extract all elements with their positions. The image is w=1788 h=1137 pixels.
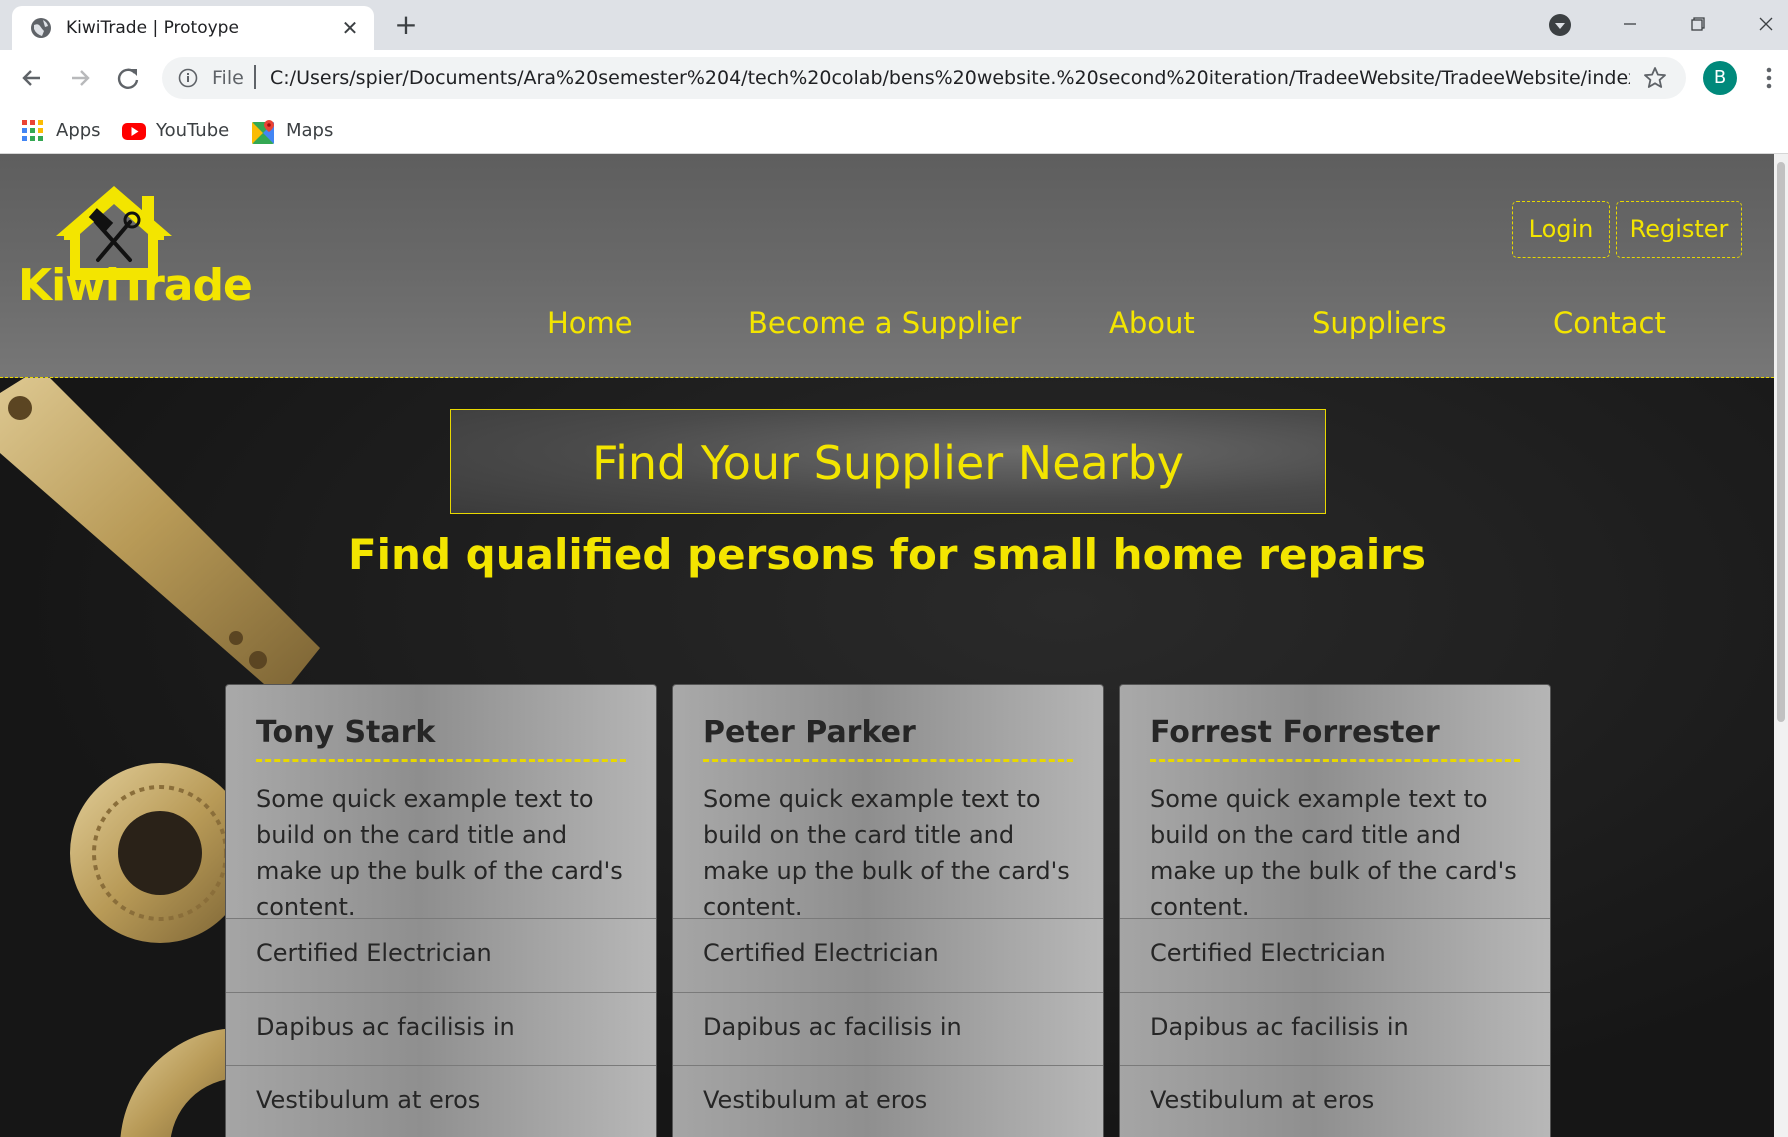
list-item-label: Certified Electrician (256, 939, 492, 967)
nav-become-supplier[interactable]: Become a Supplier (748, 306, 1021, 340)
scrollbar-thumb[interactable] (1777, 162, 1785, 722)
supplier-card[interactable]: Tony Stark Some quick example text to bu… (225, 684, 657, 1137)
card-title: Peter Parker (703, 715, 916, 750)
bookmarks-bar: Apps YouTube Maps (0, 106, 1788, 154)
bookmark-star-icon[interactable] (1642, 65, 1668, 91)
more-menu-icon[interactable] (1756, 64, 1782, 92)
tab-title: KiwiTrade | Protoype (66, 18, 239, 38)
supplier-card[interactable]: Forrest Forrester Some quick example tex… (1119, 684, 1551, 1137)
minimize-icon[interactable] (1612, 6, 1648, 42)
nav-suppliers[interactable]: Suppliers (1312, 306, 1447, 340)
reload-icon[interactable] (110, 60, 146, 96)
card-text: Some quick example text to build on the … (703, 785, 1070, 921)
list-item-label: Certified Electrician (703, 939, 939, 967)
card-divider (1150, 759, 1520, 762)
nav-home[interactable]: Home (547, 306, 633, 340)
list-item: Dapibus ac facilisis in (1120, 992, 1550, 1066)
card-title: Forrest Forrester (1150, 715, 1440, 750)
bookmark-maps[interactable]: Maps (252, 114, 342, 146)
close-window-icon[interactable] (1748, 6, 1784, 42)
hero-subtitle: Find qualified persons for small home re… (347, 530, 1427, 579)
bookmark-apps[interactable]: Apps (22, 114, 102, 146)
info-icon[interactable] (178, 68, 198, 88)
list-item-label: Vestibulum at eros (256, 1086, 481, 1114)
back-arrow-icon[interactable] (14, 60, 50, 96)
browser-tab-strip: KiwiTrade | Protoype ✕ + (0, 0, 1788, 50)
browser-toolbar: File C:/Users/spier/Documents/Ara%20seme… (0, 50, 1788, 106)
globe-icon (31, 18, 51, 38)
register-button[interactable]: Register (1616, 201, 1742, 258)
card-divider (703, 759, 1073, 762)
list-item: Certified Electrician (1120, 918, 1550, 992)
tab-search-icon[interactable] (1548, 13, 1572, 37)
url-text[interactable]: C:/Users/spier/Documents/Ara%20semester%… (270, 67, 1630, 89)
close-tab-icon[interactable]: ✕ (336, 14, 364, 42)
card-title: Tony Stark (256, 715, 436, 750)
list-item: Vestibulum at eros (226, 1065, 656, 1137)
nav-contact[interactable]: Contact (1553, 306, 1666, 340)
restore-window-icon[interactable] (1680, 6, 1716, 42)
page-viewport: KiwiTrade Login Register Home Become a S… (0, 154, 1774, 1137)
brand-wordmark[interactable]: KiwiTrade (18, 260, 253, 311)
bookmark-label: Maps (286, 120, 334, 141)
bookmark-label: YouTube (156, 120, 230, 141)
card-text: Some quick example text to build on the … (256, 785, 623, 921)
profile-avatar[interactable]: B (1703, 61, 1737, 95)
list-item: Dapibus ac facilisis in (673, 992, 1103, 1066)
hero-title: Find Your Supplier Nearby (591, 436, 1185, 490)
list-item-label: Dapibus ac facilisis in (256, 1013, 515, 1041)
list-item: Dapibus ac facilisis in (226, 992, 656, 1066)
list-item-label: Vestibulum at eros (1150, 1086, 1375, 1114)
list-item-label: Vestibulum at eros (703, 1086, 928, 1114)
nav-about[interactable]: About (1109, 306, 1195, 340)
card-divider (256, 759, 626, 762)
list-item: Vestibulum at eros (1120, 1065, 1550, 1137)
new-tab-button[interactable]: + (390, 10, 422, 42)
list-item-label: Dapibus ac facilisis in (1150, 1013, 1409, 1041)
list-item-label: Certified Electrician (1150, 939, 1386, 967)
address-bar[interactable]: File C:/Users/spier/Documents/Ara%20seme… (162, 57, 1686, 99)
list-item-label: Dapibus ac facilisis in (703, 1013, 962, 1041)
bookmark-label: Apps (56, 120, 101, 141)
address-divider (254, 65, 256, 89)
browser-tab[interactable]: KiwiTrade | Protoype ✕ (12, 6, 374, 50)
forward-arrow-icon[interactable] (62, 60, 98, 96)
site-header: KiwiTrade Login Register Home Become a S… (0, 154, 1774, 378)
list-item: Vestibulum at eros (673, 1065, 1103, 1137)
hero-banner: Find Your Supplier Nearby (450, 409, 1326, 514)
card-text: Some quick example text to build on the … (1150, 785, 1517, 921)
login-button[interactable]: Login (1512, 201, 1610, 258)
page-scrollbar[interactable] (1774, 154, 1788, 1137)
list-item: Certified Electrician (673, 918, 1103, 992)
bookmark-youtube[interactable]: YouTube (122, 114, 232, 146)
url-scheme-label: File (212, 67, 244, 89)
youtube-icon (122, 123, 146, 140)
supplier-card[interactable]: Peter Parker Some quick example text to … (672, 684, 1104, 1137)
list-item: Certified Electrician (226, 918, 656, 992)
apps-grid-icon (22, 120, 43, 141)
maps-icon (252, 120, 274, 144)
